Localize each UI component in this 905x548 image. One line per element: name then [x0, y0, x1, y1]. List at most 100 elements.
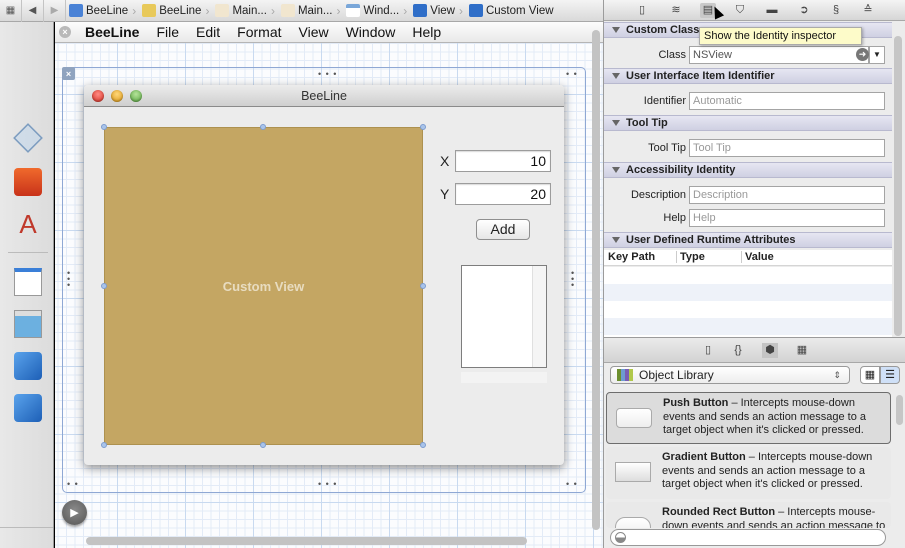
- first-responder-icon[interactable]: [14, 168, 42, 196]
- class-field[interactable]: NSView: [689, 46, 869, 64]
- inspector-panel: ▯ ≋ ▤ ⛉ ▬ ➲ § ≙ Custom Class Class NSVie…: [603, 0, 905, 337]
- horizontal-scrollbar[interactable]: [86, 537, 527, 545]
- col-type[interactable]: Type: [676, 251, 705, 263]
- y-field[interactable]: 20: [455, 183, 551, 205]
- xcode-project-icon: [69, 4, 83, 17]
- menu-format[interactable]: Format: [237, 24, 281, 40]
- library-item-rounded-rect-button[interactable]: Rounded Rect Button – Intercepts mouse-d…: [606, 502, 891, 528]
- resize-dots[interactable]: • • •: [318, 70, 337, 79]
- resize-dots[interactable]: • •: [566, 480, 578, 489]
- help-label: Help: [663, 212, 686, 224]
- code-snippet-icon[interactable]: {}: [730, 343, 746, 358]
- breadcrumb-custom-view[interactable]: Custom View: [466, 0, 557, 22]
- close-frame-icon[interactable]: ×: [62, 67, 75, 80]
- menu-app[interactable]: BeeLine: [85, 24, 139, 40]
- close-button[interactable]: [92, 90, 104, 102]
- table-scrollbar[interactable]: [532, 266, 546, 367]
- object-cube-icon[interactable]: [14, 352, 42, 380]
- bindings-inspector-icon[interactable]: §: [828, 3, 844, 18]
- x-label: X: [440, 153, 450, 169]
- main-menu-icon[interactable]: [14, 268, 42, 296]
- file-template-icon[interactable]: ▯: [700, 343, 716, 358]
- xib-file-icon: [280, 4, 295, 17]
- library-filter-field[interactable]: [610, 529, 886, 546]
- section-runtime-attributes[interactable]: User Defined Runtime Attributes: [604, 232, 892, 248]
- col-value[interactable]: Value: [741, 251, 774, 263]
- file-inspector-icon[interactable]: ▯: [634, 3, 650, 18]
- resize-handle[interactable]: [420, 442, 426, 448]
- resize-dots[interactable]: • •: [67, 480, 79, 489]
- breadcrumb-window[interactable]: Wind... ›: [343, 0, 410, 22]
- simulate-button[interactable]: ▶: [62, 500, 87, 525]
- breadcrumb-xib[interactable]: Main... ›: [212, 0, 278, 22]
- interface-builder-canvas[interactable]: × BeeLine File Edit Format View Window H…: [55, 22, 603, 548]
- resize-dots[interactable]: • •: [566, 70, 578, 79]
- quick-help-icon[interactable]: ≋: [668, 3, 684, 18]
- col-key-path[interactable]: Key Path: [608, 251, 655, 263]
- menu-edit[interactable]: Edit: [196, 24, 220, 40]
- go-arrow-icon[interactable]: ➜: [856, 48, 869, 61]
- resize-dots[interactable]: • • •: [571, 269, 575, 290]
- resize-handle[interactable]: [260, 442, 266, 448]
- resize-handle[interactable]: [420, 124, 426, 130]
- section-ui-identifier[interactable]: User Interface Item Identifier: [604, 68, 892, 84]
- breadcrumb-view[interactable]: View ›: [410, 0, 466, 22]
- resize-dots[interactable]: • • •: [67, 269, 71, 290]
- back-button[interactable]: ◀: [22, 0, 44, 22]
- add-button[interactable]: Add: [476, 219, 530, 240]
- table-view[interactable]: [461, 265, 547, 368]
- related-items-button[interactable]: ▦: [0, 0, 22, 22]
- effects-inspector-icon[interactable]: ≙: [860, 3, 876, 18]
- custom-view[interactable]: Custom View: [104, 127, 423, 445]
- document-outline-dock: A: [0, 22, 54, 548]
- inspector-tabs: ▯ ≋ ▤ ⛉ ▬ ➲ § ≙: [604, 0, 905, 21]
- attributes-table-body[interactable]: [604, 267, 892, 337]
- library-item-gradient-button[interactable]: Gradient Button – Intercepts mouse-down …: [606, 447, 891, 499]
- identifier-field[interactable]: Automatic: [689, 92, 885, 110]
- inspector-scrollbar[interactable]: [894, 36, 902, 336]
- object-cube-icon-2[interactable]: [14, 394, 42, 422]
- description-field[interactable]: Description: [689, 186, 885, 204]
- minimize-button[interactable]: [111, 90, 123, 102]
- connections-inspector-icon[interactable]: ➲: [796, 3, 812, 18]
- forward-button[interactable]: ▶: [44, 0, 66, 22]
- library-selector[interactable]: Object Library ⇕: [610, 366, 850, 384]
- object-library-icon[interactable]: ⬢: [762, 343, 778, 358]
- media-library-icon[interactable]: ▦: [794, 343, 810, 358]
- resize-handle[interactable]: [101, 442, 107, 448]
- x-field[interactable]: 10: [455, 150, 551, 172]
- section-tool-tip[interactable]: Tool Tip: [604, 115, 892, 131]
- resize-handle[interactable]: [260, 124, 266, 130]
- close-menu-icon[interactable]: ×: [59, 26, 71, 38]
- vertical-scrollbar[interactable]: [592, 30, 600, 530]
- view-icon: [468, 4, 483, 17]
- help-field[interactable]: Help: [689, 209, 885, 227]
- menu-window[interactable]: Window: [346, 24, 396, 40]
- resize-handle[interactable]: [101, 124, 107, 130]
- class-dropdown-icon[interactable]: ▼: [869, 46, 885, 64]
- library-panel: ▯ {} ⬢ ▦ Object Library ⇕ ▦ ☰ Push Butto…: [603, 337, 905, 548]
- icon-view-toggle[interactable]: ▦: [860, 366, 880, 384]
- resize-handle[interactable]: [101, 283, 107, 289]
- attributes-inspector-icon[interactable]: ⛉: [732, 3, 748, 18]
- library-item-push-button[interactable]: Push Button – Intercepts mouse-down even…: [606, 392, 891, 444]
- size-inspector-icon[interactable]: ▬: [764, 3, 780, 18]
- filter-icon: [615, 532, 626, 543]
- resize-handle[interactable]: [420, 283, 426, 289]
- breadcrumb-xib-2[interactable]: Main... ›: [278, 0, 344, 22]
- application-icon[interactable]: A: [14, 210, 42, 238]
- window-object-icon[interactable]: [14, 310, 42, 338]
- app-window[interactable]: BeeLine Custom View X 10 Y 20 Add: [84, 85, 564, 465]
- tool-tip-field[interactable]: Tool Tip: [689, 139, 885, 157]
- menu-help[interactable]: Help: [412, 24, 441, 40]
- section-accessibility[interactable]: Accessibility Identity: [604, 162, 892, 178]
- breadcrumb-project[interactable]: BeeLine ›: [66, 0, 139, 22]
- zoom-button[interactable]: [130, 90, 142, 102]
- menu-view[interactable]: View: [299, 24, 329, 40]
- resize-dots[interactable]: • • •: [318, 480, 337, 489]
- list-view-toggle[interactable]: ☰: [880, 366, 900, 384]
- placeholder-cube-icon[interactable]: [13, 123, 43, 153]
- menu-file[interactable]: File: [156, 24, 179, 40]
- library-scrollbar[interactable]: [896, 395, 903, 425]
- breadcrumb-folder[interactable]: BeeLine ›: [139, 0, 212, 22]
